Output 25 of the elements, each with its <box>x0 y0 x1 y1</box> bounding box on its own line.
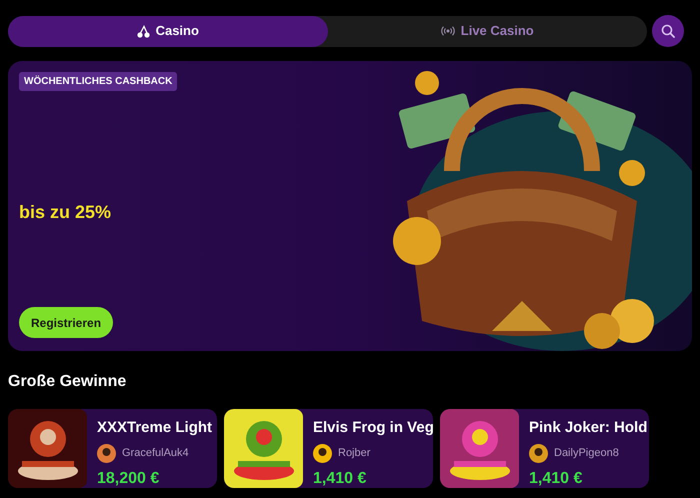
avatar-icon <box>313 444 332 462</box>
win-amount: 1,410 € <box>529 468 584 488</box>
cherries-icon <box>136 24 150 38</box>
search-button[interactable] <box>652 15 684 47</box>
win-amount: 1,410 € <box>313 468 368 488</box>
register-button[interactable]: Registrieren <box>19 307 114 338</box>
player-name: GracefulAuk4 <box>122 446 189 461</box>
player-name: Rojber <box>338 446 370 461</box>
win-card[interactable]: Pink Joker: Hold DailyPigeon8 1,410 € <box>440 409 649 488</box>
section-title: Große Gewinne <box>8 372 126 392</box>
search-icon <box>661 24 675 38</box>
tab[interactable]: Live Casino <box>328 16 647 46</box>
win-card[interactable]: Elvis Frog in Veg Rojber 1,410 € <box>224 409 433 488</box>
game-title: Elvis Frog in Veg <box>313 418 433 438</box>
player-name: DailyPigeon8 <box>554 446 619 461</box>
game-title: Pink Joker: Hold <box>529 418 648 438</box>
tab[interactable]: Casino <box>8 16 328 46</box>
broadcast-icon <box>440 26 455 36</box>
promo-badge: WÖCHENTLICHES CASHBACK <box>19 72 178 91</box>
game-title: XXXTreme Light <box>97 418 212 438</box>
win-amount: 18,200 € <box>97 468 160 488</box>
avatar-icon <box>97 444 116 462</box>
promo-headline: bis zu 25% <box>19 201 112 224</box>
avatar-icon <box>529 444 548 462</box>
win-card[interactable]: XXXTreme Light GracefulAuk4 18,200 € <box>8 409 217 488</box>
